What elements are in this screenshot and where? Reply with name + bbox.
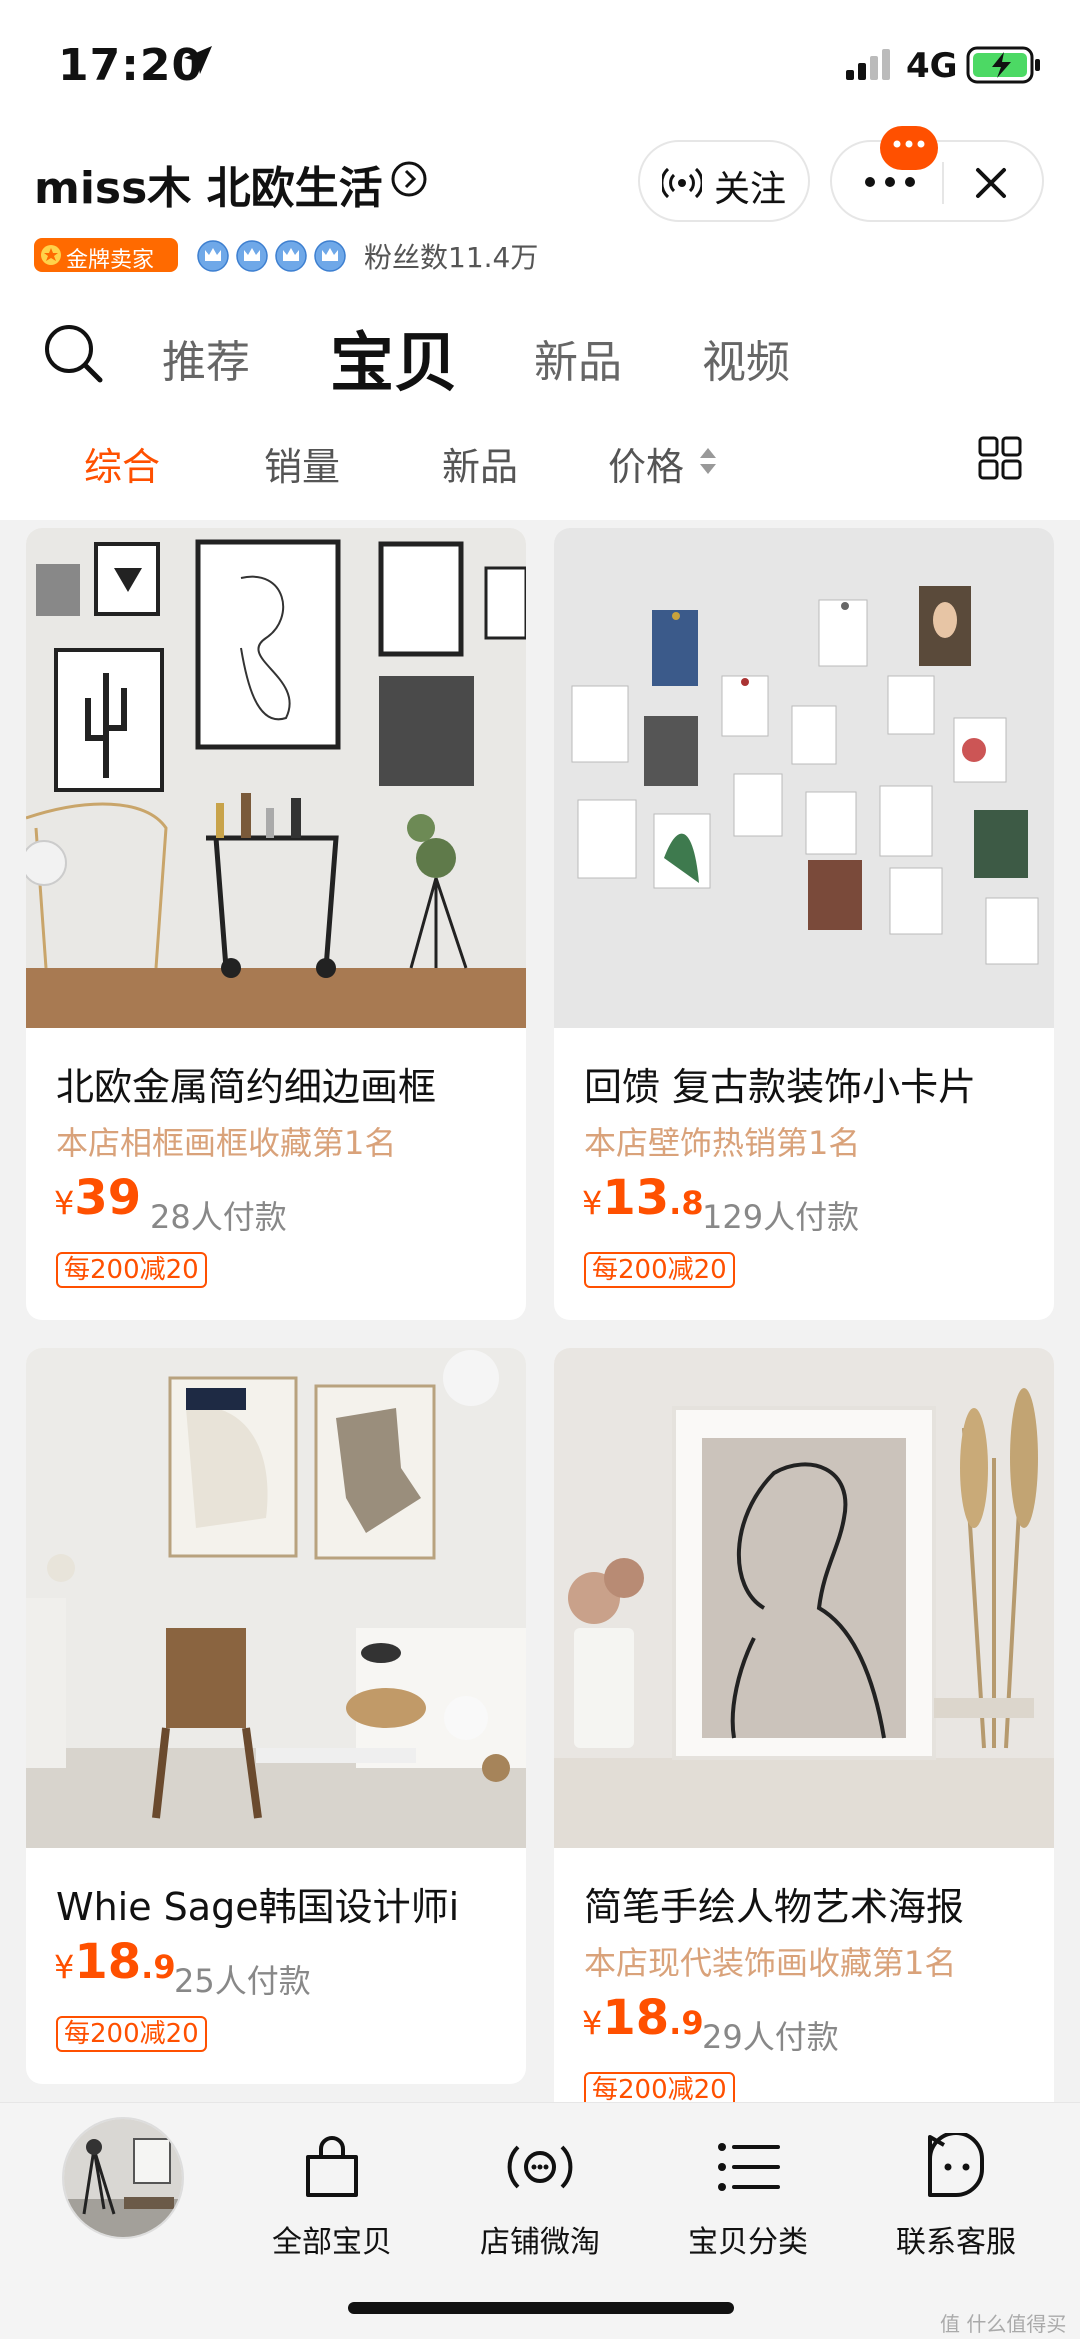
broadcast-icon (507, 2145, 573, 2189)
tab-categories-label: 宝贝分类 (688, 2225, 808, 2260)
tab-customer-service-label: 联系客服 (896, 2225, 1016, 2260)
battery-charging-icon (966, 46, 1040, 84)
product-price: ¥18.9 (582, 1990, 704, 2046)
price-currency: ¥ (54, 1184, 75, 1222)
product-title: Whie Sage韩国设计师i (56, 1885, 460, 1929)
promo-badge: 每200减20 (584, 1252, 735, 1288)
badge-dots-icon (893, 140, 925, 148)
product-card[interactable]: 回馈 复古款装饰小卡片 本店壁饰热销第1名 ¥13.8 129人付款 每200减… (554, 528, 1054, 1320)
follow-label: 关注 (714, 169, 787, 210)
sort-new[interactable]: 新品 (442, 436, 518, 491)
customer-service-face-icon (928, 2133, 984, 2197)
product-title: 回馈 复古款装饰小卡片 (584, 1065, 977, 1109)
sort-arrows-icon[interactable] (698, 446, 718, 476)
watermark: 值 什么值得买 (940, 2312, 1067, 2336)
shop-name[interactable]: miss木 北欧生活 (34, 152, 383, 216)
tab-all-items[interactable]: 全部宝贝 (232, 2123, 432, 2273)
product-rank: 本店壁饰热销第1名 (584, 1124, 861, 1162)
product-card[interactable]: 简笔手绘人物艺术海报 本店现代装饰画收藏第1名 ¥18.9 29人付款 每200… (554, 1348, 1054, 2118)
product-image (26, 528, 526, 1028)
search-icon[interactable] (42, 322, 104, 384)
gold-medal-icon (41, 245, 61, 265)
price-decimal: .9 (141, 1948, 176, 1986)
list-icon (718, 2143, 780, 2191)
product-price: ¥39 (54, 1170, 141, 1226)
tab-video[interactable]: 视频 (702, 326, 790, 390)
network-type: 4G (906, 46, 958, 86)
price-decimal: .8 (669, 1184, 704, 1222)
message-badge[interactable] (880, 126, 938, 170)
product-sold: 28人付款 (150, 1198, 287, 1236)
product-title: 简笔手绘人物艺术海报 (584, 1885, 965, 1929)
shop-avatar[interactable] (62, 2117, 184, 2239)
product-card[interactable]: 北欧金属简约细边画框 本店相框画框收藏第1名 ¥39 28人付款 每200减20 (26, 528, 526, 1320)
product-image (26, 1348, 526, 1848)
sort-sales[interactable]: 销量 (264, 436, 340, 491)
shopping-bag-icon (306, 2136, 358, 2197)
product-sold: 25人付款 (174, 1962, 311, 2000)
tab-shop-feed-label: 店铺微淘 (480, 2225, 600, 2260)
product-price: ¥13.8 (582, 1170, 704, 1226)
sort-overall[interactable]: 综合 (84, 436, 160, 491)
signal-icon (846, 49, 890, 80)
price-currency: ¥ (582, 2004, 603, 2042)
broadcast-icon (662, 167, 702, 199)
product-rank: 本店相框画框收藏第1名 (56, 1124, 397, 1162)
close-icon[interactable] (972, 164, 1010, 202)
tab-items[interactable]: 宝贝 (330, 312, 458, 404)
product-image (554, 528, 1054, 1028)
price-integer: 18 (602, 1990, 670, 2046)
tab-shop-feed[interactable]: 店铺微淘 (440, 2123, 640, 2273)
gold-seller-label: 金牌卖家 (66, 248, 155, 273)
product-sold: 29人付款 (702, 2018, 839, 2056)
fans-count: 粉丝数11.4万 (364, 241, 539, 274)
crown-rating-icon (197, 240, 346, 272)
price-integer: 13 (602, 1170, 670, 1226)
product-card[interactable]: Whie Sage韩国设计师i ¥18.9 25人付款 每200减20 (26, 1348, 526, 2084)
tab-new[interactable]: 新品 (534, 326, 622, 390)
shop-info-chevron-icon[interactable] (390, 160, 428, 198)
tab-all-items-label: 全部宝贝 (272, 2225, 392, 2260)
home-indicator[interactable] (348, 2302, 734, 2314)
grid-view-icon[interactable] (978, 436, 1022, 480)
location-arrow-icon (184, 46, 212, 74)
product-rank: 本店现代装饰画收藏第1名 (584, 1944, 957, 1982)
promo-badge: 每200减20 (56, 2016, 207, 2052)
capsule-divider (942, 162, 944, 204)
product-image (554, 1348, 1054, 1848)
price-integer: 18 (74, 1934, 142, 1990)
price-currency: ¥ (54, 1948, 75, 1986)
product-title: 北欧金属简约细边画框 (56, 1065, 437, 1109)
promo-badge: 每200减20 (56, 1252, 207, 1288)
tab-categories[interactable]: 宝贝分类 (648, 2123, 848, 2273)
product-sold: 129人付款 (702, 1198, 860, 1236)
gold-seller-badge: 金牌卖家 (34, 238, 178, 273)
follow-button[interactable]: 关注 (638, 140, 810, 222)
tab-recommend[interactable]: 推荐 (162, 326, 250, 390)
shop-avatar-image (64, 2119, 182, 2237)
status-bar: 17:20 4G (0, 0, 1080, 130)
price-decimal: .9 (669, 2004, 704, 2042)
sort-price[interactable]: 价格 (608, 436, 684, 491)
price-currency: ¥ (582, 1184, 603, 1222)
tab-customer-service[interactable]: 联系客服 (856, 2123, 1056, 2273)
price-integer: 39 (74, 1170, 142, 1226)
product-price: ¥18.9 (54, 1934, 176, 1990)
